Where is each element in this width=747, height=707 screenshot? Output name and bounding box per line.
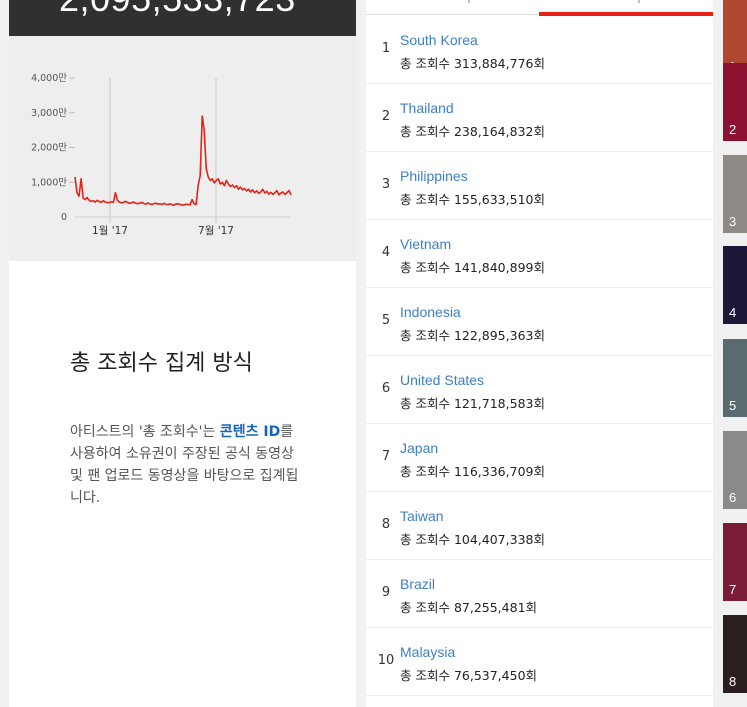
views-line-chart[interactable]: 4,000만 3,000만 2,000만 1,000만 0 1월 '17 7월 '17: [9, 36, 356, 261]
video-thumbnail[interactable]: 5: [723, 339, 747, 417]
country-row[interactable]: 5 Indonesia 총 조회수 122,895,363회: [366, 288, 713, 356]
tab-tick: [638, 0, 640, 3]
method-desc-text-1: 아티스트의 '총 조회수'는: [70, 424, 220, 440]
country-rank: 8: [381, 517, 391, 532]
thumbnail-rank: 6: [729, 490, 737, 505]
country-name-link[interactable]: Philippines: [400, 168, 468, 184]
country-views: 총 조회수 155,633,510회: [400, 192, 545, 207]
country-name-link[interactable]: South Korea: [400, 32, 478, 48]
country-views: 총 조회수 121,718,583회: [400, 396, 545, 411]
country-rank: 4: [381, 245, 391, 260]
method-description: 아티스트의 '총 조회수'는 콘텐츠 ID를 사용하여 소유권이 주장된 공식 …: [70, 421, 305, 509]
country-name-link[interactable]: Taiwan: [400, 508, 444, 524]
y-tick-label: 2,000만: [31, 143, 67, 154]
video-thumbnail[interactable]: 7: [723, 523, 747, 601]
video-thumbnail[interactable]: 3: [723, 155, 747, 233]
content-id-link[interactable]: 콘텐츠 ID: [220, 424, 280, 440]
views-series-line: [74, 115, 292, 206]
y-tick-label: 4,000만: [31, 73, 67, 84]
country-rank: 9: [381, 585, 391, 600]
country-row[interactable]: 2 Thailand 총 조회수 238,164,832회: [366, 84, 713, 152]
country-row[interactable]: 9 Brazil 총 조회수 87,255,481회: [366, 560, 713, 628]
views-chart: 4,000만 3,000만 2,000만 1,000만 0 1월 '17 7월 '17: [9, 36, 356, 261]
method-title: 총 조회수 집계 방식: [70, 351, 253, 376]
country-rank: 1: [381, 41, 391, 56]
country-name-link[interactable]: Japan: [400, 440, 438, 456]
x-tick-label: 7월 '17: [198, 225, 234, 237]
country-row[interactable]: 10 Malaysia 총 조회수 76,537,450회: [366, 628, 713, 696]
country-rank: 7: [381, 449, 391, 464]
country-name-link[interactable]: Indonesia: [400, 304, 461, 320]
x-tick-label: 1월 '17: [92, 225, 128, 237]
tab-tick: [468, 0, 470, 3]
country-rank: 6: [381, 381, 391, 396]
country-name-link[interactable]: United States: [400, 372, 484, 388]
country-views: 총 조회수 313,884,776회: [400, 56, 545, 71]
video-thumbnail[interactable]: 4: [723, 246, 747, 324]
country-rank: 3: [381, 177, 391, 192]
tab-inactive-line: [366, 14, 539, 15]
country-row[interactable]: 3 Philippines 총 조회수 155,633,510회: [366, 152, 713, 220]
country-name-link[interactable]: Malaysia: [400, 644, 455, 660]
thumbnail-rank: 7: [729, 582, 737, 597]
country-views: 총 조회수 87,255,481회: [400, 600, 538, 615]
total-views-header: 2,095,533,723: [9, 0, 356, 36]
country-views: 총 조회수 76,537,450회: [400, 668, 538, 683]
y-tick-label: 0: [61, 212, 67, 223]
country-name-link[interactable]: Thailand: [400, 100, 454, 116]
country-views: 총 조회수 104,407,338회: [400, 532, 545, 547]
country-rank: 10: [377, 653, 395, 668]
country-views: 총 조회수 122,895,363회: [400, 328, 545, 343]
country-rank: 5: [381, 313, 391, 328]
page: 2,095,533,723 4,000만 3,000만 2,000만 1,000만 0 1…: [0, 0, 747, 707]
country-views: 총 조회수 116,336,709회: [400, 464, 545, 479]
country-row[interactable]: 7 Japan 총 조회수 116,336,709회: [366, 424, 713, 492]
country-row[interactable]: 6 United States 총 조회수 121,718,583회: [366, 356, 713, 424]
country-row[interactable]: 4 Vietnam 총 조회수 141,840,899회: [366, 220, 713, 288]
y-tick-label: 1,000만: [31, 177, 67, 188]
country-rank: 2: [381, 109, 391, 124]
total-views-count: 2,095,533,723: [59, 0, 296, 20]
video-thumbnail[interactable]: 2: [723, 63, 747, 141]
country-row[interactable]: 8 Taiwan 총 조회수 104,407,338회: [366, 492, 713, 560]
video-thumbnail[interactable]: 8: [723, 615, 747, 693]
video-thumbnail-strip: 12345678: [723, 0, 747, 707]
thumbnail-rank: 3: [729, 214, 737, 229]
thumbnail-rank: 2: [729, 122, 737, 137]
thumbnail-rank: 8: [729, 674, 737, 689]
artist-stats-panel: 2,095,533,723 4,000만 3,000만 2,000만 1,000만 0 1…: [9, 0, 356, 707]
country-views: 총 조회수 238,164,832회: [400, 124, 545, 139]
country-row[interactable]: 1 South Korea 총 조회수 313,884,776회: [366, 16, 713, 84]
country-name-link[interactable]: Vietnam: [400, 236, 451, 252]
thumbnail-rank: 4: [729, 305, 737, 320]
thumbnail-rank: 5: [729, 398, 737, 413]
country-list: 1 South Korea 총 조회수 313,884,776회 2 Thailand 총…: [366, 16, 713, 696]
y-tick-label: 3,000만: [31, 108, 67, 119]
video-thumbnail[interactable]: 6: [723, 431, 747, 509]
country-name-link[interactable]: Brazil: [400, 576, 435, 592]
top-countries-panel: 1 South Korea 총 조회수 313,884,776회 2 Thailand 총…: [366, 0, 713, 707]
country-views: 총 조회수 141,840,899회: [400, 260, 545, 275]
